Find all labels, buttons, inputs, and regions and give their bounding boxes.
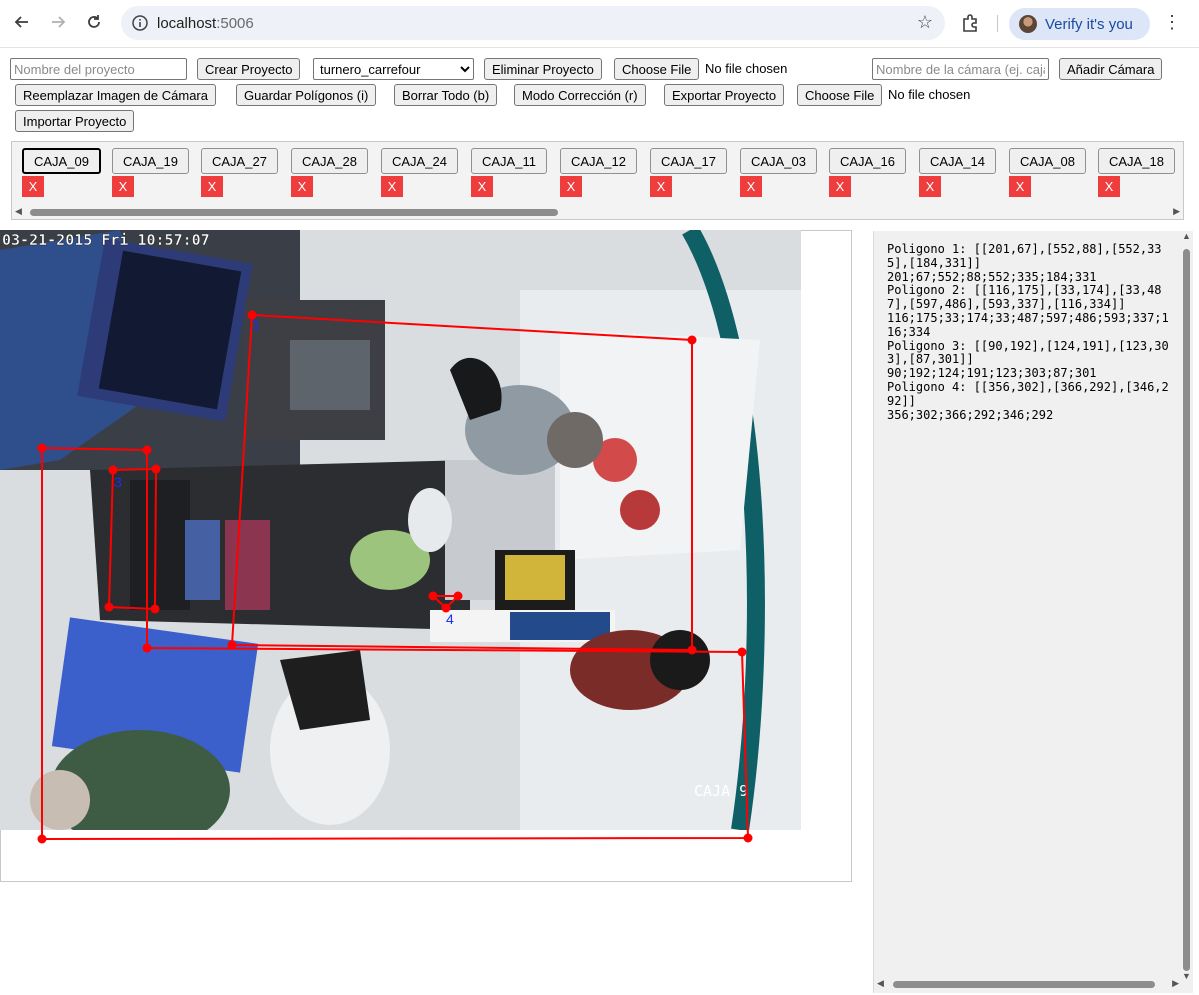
create-project-button[interactable]: Crear Proyecto (197, 58, 301, 80)
camera-list-scrollbar[interactable]: ◀ ▶ (12, 205, 1183, 219)
camera-delete-button[interactable]: X (919, 176, 941, 197)
camera-item: CAJA_09 X (22, 148, 101, 197)
polygon-overlay[interactable]: 1 3 4 (0, 230, 852, 870)
scrollbar-thumb[interactable] (893, 981, 1155, 988)
import-file-status-text: No file chosen (888, 87, 971, 102)
camera-item: CAJA_19 X (112, 148, 189, 197)
camera-delete-button[interactable]: X (650, 176, 672, 197)
polygon-label-3: 3 (114, 474, 122, 490)
camera-select-button[interactable]: CAJA_16 (829, 148, 906, 174)
delete-project-button[interactable]: Eliminar Proyecto (484, 58, 602, 80)
replace-camera-image-button[interactable]: Reemplazar Imagen de Cámara (15, 84, 216, 106)
import-project-button[interactable]: Importar Proyecto (15, 110, 135, 132)
toolbar-divider (997, 15, 998, 32)
bookmark-star-icon[interactable]: ☆ (917, 12, 933, 33)
project-select[interactable]: turnero_carrefour (313, 58, 474, 80)
camera-delete-button[interactable]: X (112, 176, 134, 197)
polygon-2[interactable] (41, 446, 750, 841)
camera-item: CAJA_14 X (919, 148, 996, 197)
clear-all-button[interactable]: Borrar Todo (b) (394, 84, 498, 106)
more-vert-icon[interactable]: ⋮ (1163, 12, 1181, 33)
vertex-handle[interactable] (37, 834, 47, 844)
camera-item: CAJA_12 X (560, 148, 637, 197)
camera-select-button[interactable]: CAJA_24 (381, 148, 458, 174)
vertex-handle[interactable] (37, 443, 47, 453)
file-status-text: No file chosen (705, 61, 788, 76)
camera-select-button[interactable]: CAJA_03 (740, 148, 817, 174)
camera-name-input[interactable] (872, 58, 1049, 80)
polygon-output-panel[interactable]: Poligono 1: [[201,67],[552,88],[552,335]… (873, 231, 1193, 993)
profile-chip[interactable]: Verify it's you (1009, 8, 1150, 40)
camera-delete-button[interactable]: X (381, 176, 403, 197)
vertex-handle[interactable] (142, 643, 152, 653)
polygon-1[interactable] (230, 313, 693, 652)
camera-select-button[interactable]: CAJA_27 (201, 148, 278, 174)
scrollbar-thumb[interactable] (30, 209, 558, 216)
camera-select-button[interactable]: CAJA_28 (291, 148, 368, 174)
back-arrow-icon[interactable] (8, 8, 36, 36)
import-file-button[interactable]: Choose File (797, 84, 883, 106)
camera-select-button[interactable]: CAJA_14 (919, 148, 996, 174)
vertex-handle[interactable] (151, 464, 161, 474)
avatar (1019, 15, 1037, 33)
camera-item: CAJA_16 X (829, 148, 906, 197)
camera-item: CAJA_28 X (291, 148, 368, 197)
vertex-handle[interactable] (687, 335, 697, 345)
vertex-handle[interactable] (227, 640, 237, 650)
camera-select-button[interactable]: CAJA_11 (471, 148, 547, 174)
camera-select-button[interactable]: CAJA_19 (112, 148, 189, 174)
save-polygons-button[interactable]: Guardar Polígonos (i) (236, 84, 377, 106)
camera-delete-button[interactable]: X (560, 176, 582, 197)
address-bar[interactable]: localhost:5006 ☆ (121, 6, 945, 40)
polygon-label-4: 4 (446, 611, 454, 627)
browser-toolbar: localhost:5006 ☆ Verify it's you ⋮ (0, 0, 1199, 48)
vertex-handle[interactable] (453, 591, 463, 601)
url-text: localhost:5006 (157, 15, 254, 32)
vertex-handle[interactable] (150, 604, 160, 614)
camera-item: CAJA_17 X (650, 148, 727, 197)
camera-item: CAJA_08 X (1009, 148, 1086, 197)
forward-arrow-icon[interactable] (44, 8, 72, 36)
add-camera-button[interactable]: Añadir Cámara (1059, 58, 1163, 80)
camera-delete-button[interactable]: X (291, 176, 313, 197)
scrollbar-thumb[interactable] (1183, 249, 1190, 971)
camera-delete-button[interactable]: X (740, 176, 762, 197)
camera-delete-button[interactable]: X (471, 176, 493, 197)
camera-delete-button[interactable]: X (1098, 176, 1120, 197)
vertex-handle[interactable] (743, 833, 753, 843)
vertex-handle[interactable] (428, 591, 438, 601)
camera-item: CAJA_27 X (201, 148, 278, 197)
camera-select-button[interactable]: CAJA_09 (22, 148, 101, 174)
camera-item: CAJA_03 X (740, 148, 817, 197)
camera-delete-button[interactable]: X (1009, 176, 1031, 197)
camera-select-button[interactable]: CAJA_08 (1009, 148, 1086, 174)
camera-list[interactable]: CAJA_09 X CAJA_19 X CAJA_27 X CAJA_28 X CAJA_24 X… (11, 141, 1184, 220)
output-vertical-scrollbar[interactable]: ▲ ▼ (1181, 231, 1193, 981)
vertex-handle[interactable] (737, 647, 747, 657)
camera-select-button[interactable]: CAJA_17 (650, 148, 727, 174)
camera-select-button[interactable]: CAJA_12 (560, 148, 637, 174)
camera-item: CAJA_11 X (471, 148, 547, 197)
polygon-label-1: 1 (252, 316, 260, 332)
export-project-button[interactable]: Exportar Proyecto (664, 84, 785, 106)
camera-delete-button[interactable]: X (201, 176, 223, 197)
project-name-input[interactable] (10, 58, 187, 80)
camera-delete-button[interactable]: X (22, 176, 44, 197)
profile-label: Verify it's you (1045, 15, 1133, 33)
correction-mode-button[interactable]: Modo Corrección (r) (514, 84, 646, 106)
camera-item: CAJA_24 X (381, 148, 458, 197)
camera-delete-button[interactable]: X (829, 176, 851, 197)
output-horizontal-scrollbar[interactable]: ◀ ▶ (873, 978, 1181, 992)
camera-select-button[interactable]: CAJA_18 (1098, 148, 1175, 174)
polygon-3[interactable] (107, 467, 158, 611)
extensions-puzzle-icon[interactable] (960, 12, 982, 34)
choose-file-button[interactable]: Choose File (614, 58, 700, 80)
polygon-output-text[interactable]: Poligono 1: [[201,67],[552,88],[552,335]… (874, 231, 1170, 422)
vertex-handle[interactable] (687, 645, 697, 655)
camera-item: CAJA_18 X (1098, 148, 1175, 197)
reload-icon[interactable] (80, 8, 108, 36)
vertex-handle[interactable] (142, 445, 152, 455)
vertex-handle[interactable] (104, 602, 114, 612)
site-info-icon[interactable] (131, 14, 149, 32)
